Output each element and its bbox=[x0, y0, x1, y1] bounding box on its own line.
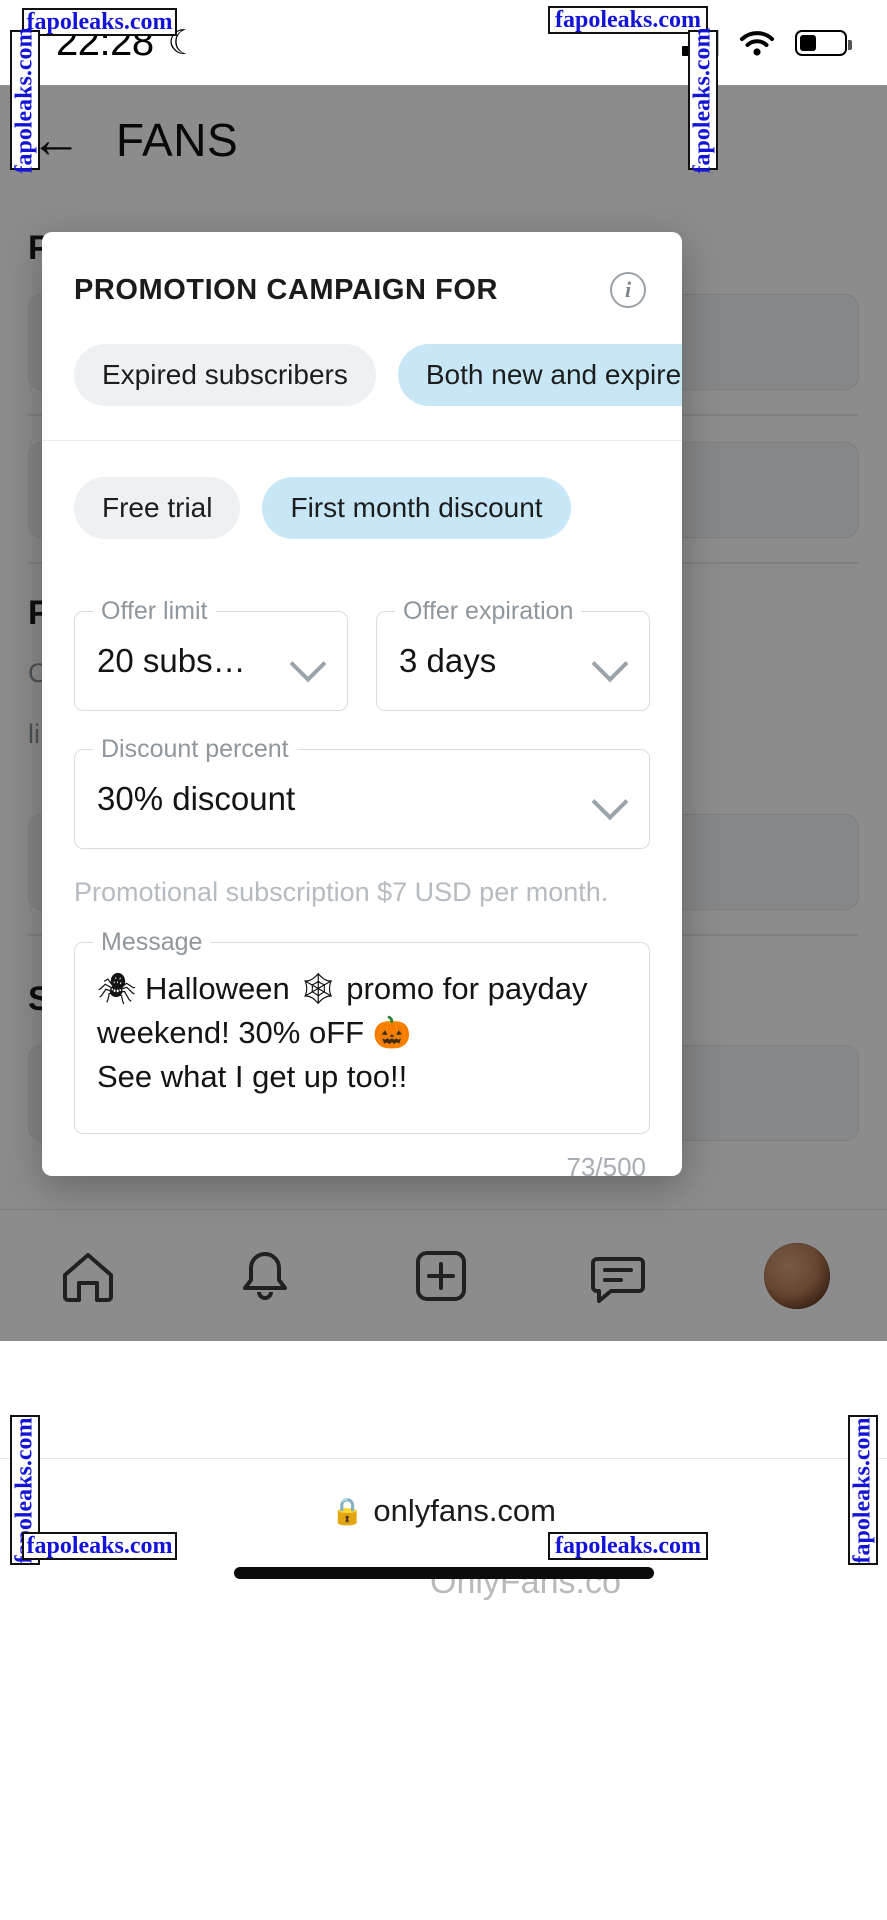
chip-both-new-and-expired[interactable]: Both new and expired bbox=[397, 344, 682, 406]
dialog-fields: Offer limit 20 subs… Offer expiration 3 … bbox=[42, 573, 682, 849]
watermark: fapoleaks.com bbox=[548, 1532, 708, 1560]
promotional-subscription-note: Promotional subscription $7 USD per mont… bbox=[74, 877, 609, 907]
watermark: fapoleaks.com bbox=[10, 27, 40, 173]
offer-limit-label: Offer limit bbox=[93, 597, 216, 626]
offer-expiration-select[interactable]: Offer expiration 3 days bbox=[376, 597, 650, 711]
browser-chrome: 🔒 onlyfans.com OnlyFans.co bbox=[0, 1341, 887, 1920]
chip-first-month-discount[interactable]: First month discount bbox=[262, 477, 571, 539]
watermark: fapoleaks.com bbox=[548, 6, 708, 34]
lock-icon: 🔒 bbox=[330, 1495, 364, 1526]
chip-expired-subscribers[interactable]: Expired subscribers bbox=[74, 344, 376, 406]
promotion-campaign-dialog: PROMOTION CAMPAIGN FOR i Expired subscri… bbox=[42, 232, 682, 1176]
offer-expiration-value: 3 days bbox=[399, 642, 497, 679]
watermark: fapoleaks.com bbox=[688, 27, 718, 173]
dialog-title: PROMOTION CAMPAIGN FOR bbox=[74, 273, 498, 306]
offer-limit-value: 20 subs… bbox=[97, 642, 246, 679]
message-input[interactable]: Message 🕷 Halloween 🕸 promo for payday w… bbox=[74, 928, 650, 1134]
chevron-down-icon bbox=[593, 651, 627, 671]
discount-percent-select[interactable]: Discount percent 30% discount bbox=[74, 735, 650, 849]
audience-chip-group: Expired subscribers Both new and expired bbox=[42, 308, 682, 441]
wifi-icon bbox=[739, 30, 775, 56]
phone-viewport: 22:28 ☾ ← FANS PROMOTION bbox=[0, 0, 887, 1341]
watermark: fapoleaks.com bbox=[848, 1415, 878, 1565]
chevron-down-icon bbox=[291, 651, 325, 671]
message-label: Message bbox=[93, 928, 211, 957]
watermark: fapoleaks.com bbox=[22, 1532, 177, 1560]
info-icon[interactable]: i bbox=[610, 272, 646, 308]
message-value: 🕷 Halloween 🕸 promo for payday weekend! … bbox=[97, 971, 588, 1095]
chevron-down-icon bbox=[593, 789, 627, 809]
watermark: fapoleaks.com bbox=[22, 8, 177, 36]
watermark-text: fapoleaks.com bbox=[11, 27, 38, 173]
home-indicator[interactable] bbox=[233, 1567, 654, 1579]
dialog-header: PROMOTION CAMPAIGN FOR i bbox=[42, 232, 682, 308]
discount-percent-label: Discount percent bbox=[93, 735, 297, 764]
chip-free-trial[interactable]: Free trial bbox=[74, 477, 241, 539]
watermark-text: fapoleaks.com bbox=[689, 27, 716, 173]
offer-expiration-label: Offer expiration bbox=[395, 597, 582, 626]
divider bbox=[0, 1458, 887, 1459]
watermark-text: fapoleaks.com bbox=[849, 1417, 876, 1563]
battery-icon bbox=[795, 29, 852, 56]
character-counter: 73/500 bbox=[566, 1152, 646, 1176]
offer-limit-select[interactable]: Offer limit 20 subs… bbox=[74, 597, 348, 711]
address-bar-url: onlyfans.com bbox=[373, 1493, 556, 1528]
field-row-limits: Offer limit 20 subs… Offer expiration 3 … bbox=[74, 597, 650, 711]
screen-root: 22:28 ☾ ← FANS PROMOTION bbox=[0, 0, 887, 1920]
discount-percent-value: 30% discount bbox=[97, 780, 296, 817]
offer-type-chip-group: Free trial First month discount bbox=[42, 441, 682, 573]
